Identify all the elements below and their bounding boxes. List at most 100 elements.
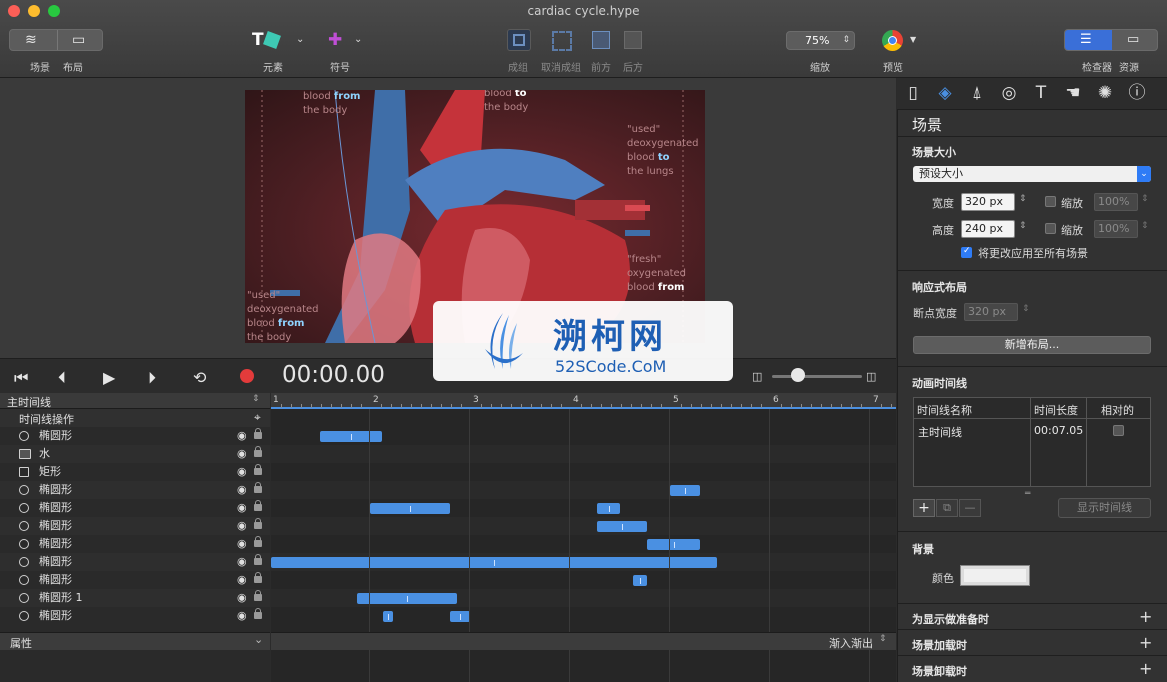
stepper-arrows-icon[interactable]: ⇕ — [1019, 194, 1027, 204]
width-field[interactable]: 320 px — [961, 193, 1015, 211]
bring-front-button[interactable] — [592, 31, 610, 49]
track-row[interactable] — [271, 463, 896, 481]
stepper-arrows-icon[interactable]: ⇕ — [1019, 221, 1027, 231]
visibility-eye-icon[interactable]: ◉ — [237, 589, 247, 607]
scene-layout-segmented[interactable]: ≋ ▭ — [9, 29, 103, 51]
layer-row[interactable]: 椭圆形 ◉ — [0, 607, 270, 625]
lock-icon[interactable] — [254, 446, 262, 457]
track-row[interactable] — [271, 607, 896, 625]
layer-row[interactable]: 矩形 ◉ — [0, 463, 270, 481]
visibility-eye-icon[interactable]: ◉ — [237, 607, 247, 625]
layer-row[interactable]: 椭圆形 ◉ — [0, 553, 270, 571]
width-scale-field[interactable]: 100% — [1094, 193, 1138, 211]
ungroup-button[interactable] — [552, 31, 572, 51]
physics-atom-icon[interactable]: ✺ — [1094, 82, 1116, 104]
duplicate-timeline-button[interactable]: ⧉ — [936, 499, 958, 517]
lock-icon[interactable] — [254, 428, 262, 439]
lock-icon[interactable] — [254, 518, 262, 529]
visibility-eye-icon[interactable]: ◉ — [237, 517, 247, 535]
keyframe-bar[interactable] — [450, 611, 470, 622]
timeline-zoom-thumb[interactable] — [791, 368, 805, 382]
stepper-arrows-icon[interactable]: ⇕ — [1141, 194, 1149, 204]
height-scale-field[interactable]: 100% — [1094, 220, 1138, 238]
add-timeline-button[interactable]: + — [913, 499, 935, 517]
keyframe-bar[interactable] — [597, 503, 620, 514]
track-row[interactable] — [271, 535, 896, 553]
timeline-zoom-slider[interactable] — [772, 375, 862, 378]
record-button[interactable] — [240, 369, 254, 383]
height-field[interactable]: 240 px — [961, 220, 1015, 238]
keyframe-bar[interactable] — [633, 575, 647, 586]
easing-row[interactable]: 渐入渐出 ⇕ — [271, 632, 896, 650]
layer-row[interactable]: 水 ◉ — [0, 445, 270, 463]
layer-row[interactable]: 椭圆形 ◉ — [0, 571, 270, 589]
keyframe-bar[interactable] — [383, 611, 393, 622]
background-color-well[interactable] — [960, 565, 1030, 586]
layer-row[interactable]: 椭圆形 1 ◉ — [0, 589, 270, 607]
play-icon[interactable]: ▶ — [103, 368, 115, 387]
show-timeline-button[interactable]: 显示时间线 — [1058, 498, 1151, 518]
properties-header[interactable]: 属性 ⌄ — [0, 632, 270, 650]
zoom-in-timeline-icon[interactable]: ◫ — [866, 370, 876, 383]
lock-icon[interactable] — [254, 590, 262, 601]
track-row[interactable] — [271, 517, 896, 535]
scene-layers-icon[interactable]: ◈ — [934, 82, 956, 104]
timeline-actions-row[interactable]: 时间线操作 ⌖ — [0, 409, 270, 427]
layer-row[interactable]: 椭圆形 ◉ — [0, 481, 270, 499]
keyframe-bar[interactable] — [271, 557, 717, 568]
zoom-stepper[interactable]: 75% ⇕ — [786, 31, 855, 50]
shape-icon[interactable]: ◎ — [998, 82, 1020, 104]
visibility-eye-icon[interactable]: ◉ — [237, 571, 247, 589]
layer-row[interactable]: 椭圆形 ◉ — [0, 427, 270, 445]
keyframe-bar[interactable] — [647, 539, 700, 550]
track-row[interactable] — [271, 445, 896, 463]
track-row[interactable] — [271, 481, 896, 499]
add-unload-action-icon[interactable]: + — [1139, 659, 1152, 678]
add-load-action-icon[interactable]: + — [1139, 633, 1152, 652]
add-prepare-action-icon[interactable]: + — [1139, 607, 1152, 626]
hand-icon[interactable]: ☚ — [1062, 82, 1084, 104]
lock-icon[interactable] — [254, 482, 262, 493]
step-back-icon[interactable]: ⏴ — [58, 368, 66, 388]
track-row[interactable] — [271, 499, 896, 517]
layer-row[interactable]: 椭圆形 ◉ — [0, 535, 270, 553]
inspector-resources-segmented[interactable]: ☰ ▭ — [1064, 29, 1158, 51]
visibility-eye-icon[interactable]: ◉ — [237, 445, 247, 463]
stepper-arrows-icon[interactable]: ⇕ — [1141, 221, 1149, 231]
timeline-selector[interactable]: 主时间线 ⇕ — [0, 393, 270, 409]
breakpoint-width-field[interactable]: 320 px — [964, 303, 1018, 321]
timeline-table-row[interactable]: 主时间线 00:07.05 — [914, 420, 1150, 440]
visibility-eye-icon[interactable]: ◉ — [237, 553, 247, 571]
keyframe-bar[interactable] — [670, 485, 700, 496]
visibility-eye-icon[interactable]: ◉ — [237, 427, 247, 445]
loop-icon[interactable]: ⟲ — [193, 368, 206, 387]
resize-handle-icon[interactable]: ═ — [1025, 489, 1030, 499]
go-to-start-icon[interactable]: ⏮ — [14, 368, 28, 388]
group-button[interactable] — [507, 29, 531, 51]
metrics-icon[interactable]: ⍋ — [966, 82, 988, 104]
layer-row[interactable]: 椭圆形 ◉ — [0, 517, 270, 535]
preview-button[interactable]: ▼ — [882, 30, 918, 52]
visibility-eye-icon[interactable]: ◉ — [237, 499, 247, 517]
symbols-menu-button[interactable]: ✚ ⌄ — [328, 30, 364, 52]
lock-icon[interactable] — [254, 554, 262, 565]
add-action-icon[interactable]: ⌖ — [254, 410, 261, 425]
keyframe-bar[interactable] — [357, 593, 457, 604]
lock-icon[interactable] — [254, 464, 262, 475]
step-forward-icon[interactable]: ⏵ — [148, 368, 156, 388]
lock-icon[interactable] — [254, 536, 262, 547]
lock-icon[interactable] — [254, 500, 262, 511]
relative-checkbox[interactable] — [1113, 425, 1124, 436]
new-layout-button[interactable]: 新增布局... — [913, 336, 1151, 354]
document-icon[interactable]: ▯ — [902, 82, 924, 104]
keyframe-bar[interactable] — [597, 521, 647, 532]
layer-row[interactable]: 椭圆形 ◉ — [0, 499, 270, 517]
preset-size-select[interactable]: 预设大小 ⌄ — [913, 166, 1151, 182]
remove-timeline-button[interactable]: — — [959, 499, 981, 517]
text-icon[interactable]: T — [1030, 82, 1052, 104]
track-row[interactable] — [271, 571, 896, 589]
elements-menu-button[interactable]: T ⌄ — [252, 30, 307, 52]
lock-icon[interactable] — [254, 572, 262, 583]
height-scale-checkbox[interactable] — [1045, 223, 1056, 234]
lock-icon[interactable] — [254, 608, 262, 619]
